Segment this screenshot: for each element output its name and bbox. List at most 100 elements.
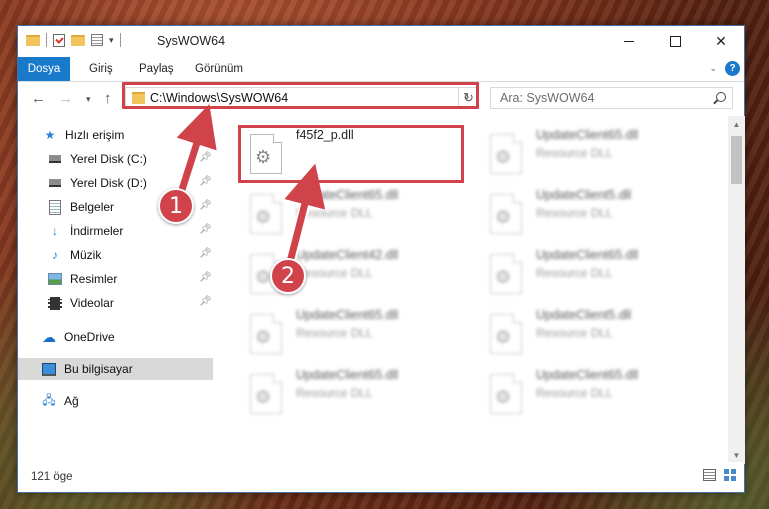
pin-icon[interactable]: 📌︎ <box>199 272 212 283</box>
back-arrow-icon[interactable]: ← <box>31 90 46 107</box>
sidebar-item-pictures[interactable]: Resimler 📌︎ <box>18 268 213 290</box>
dll-file-icon: ⚙ <box>490 314 522 354</box>
expand-ribbon-icon[interactable]: ⌄ <box>709 63 717 74</box>
tab-home[interactable]: Giriş <box>89 57 113 81</box>
sidebar-item-videos[interactable]: Videolar 📌︎ <box>18 292 213 314</box>
cloud-icon: ☁ <box>42 328 56 345</box>
gear-icon: ⚙ <box>495 147 512 167</box>
sidebar-item-quick-access[interactable]: ★ Hızlı erişim <box>43 124 213 146</box>
properties-check-icon[interactable] <box>53 33 65 47</box>
file-type: Resource DLL <box>536 206 613 220</box>
dll-file-icon: ⚙ <box>490 194 522 234</box>
maximize-icon <box>669 36 681 47</box>
sidebar-item-local-disk-c[interactable]: Yerel Disk (C:) 📌︎ <box>18 148 213 170</box>
pin-icon[interactable]: 📌︎ <box>199 296 212 307</box>
search-input[interactable]: Ara: SysWOW64 <box>490 87 733 109</box>
file-type: Resource DLL <box>536 146 613 160</box>
file-type: Resource DLL <box>296 386 373 400</box>
file-type: Resource DLL <box>296 326 373 340</box>
up-arrow-icon[interactable]: ↑ <box>104 90 112 107</box>
file-type: Resource DLL <box>296 206 373 220</box>
pin-icon[interactable]: 📌︎ <box>199 248 212 259</box>
view-toggle <box>703 469 736 481</box>
file-name: UpdateClient65.dll <box>296 368 399 382</box>
scrollbar-thumb[interactable] <box>731 136 742 184</box>
sidebar-item-label: İndirmeler <box>70 224 124 238</box>
step-1-badge: 1 <box>158 188 194 224</box>
file-type: Resource DLL <box>536 266 613 280</box>
file-name: UpdateClient65.dll <box>536 128 639 142</box>
sidebar-item-music[interactable]: ♪ Müzik 📌︎ <box>18 244 213 266</box>
sidebar-item-downloads[interactable]: ↓ İndirmeler 📌︎ <box>18 220 213 242</box>
large-icons-view-icon[interactable] <box>724 469 736 481</box>
sidebar-item-label: Resimler <box>70 272 118 286</box>
gear-icon: ⚙ <box>495 267 512 287</box>
maximize-button[interactable] <box>652 26 698 57</box>
tab-file[interactable]: Dosya <box>18 57 70 81</box>
computer-icon <box>42 362 56 376</box>
gear-icon: ⚙ <box>255 327 272 347</box>
pin-icon[interactable]: 📌︎ <box>199 200 212 211</box>
sidebar-item-label: Müzik <box>70 248 102 262</box>
pin-icon[interactable]: 📌︎ <box>199 176 212 187</box>
file-type: Resource DLL <box>536 386 613 400</box>
gear-icon: ⚙ <box>255 267 272 287</box>
recent-locations-chevron-icon[interactable]: ▾ <box>86 94 91 105</box>
network-icon: 🖧︎ <box>42 392 56 407</box>
chevron-down-icon[interactable]: ▾ <box>109 35 114 46</box>
details-view-icon[interactable] <box>703 469 716 481</box>
gear-icon: ⚙ <box>255 207 272 227</box>
file-explorer-window: ▾ SysWOW64 ✕ Dosya Giriş Paylaş Görünüm … <box>17 25 745 493</box>
file-item[interactable]: ⚙ UpdateClient65.dll Resource DLL <box>238 186 463 241</box>
file-name: UpdateClient65.dll <box>536 248 639 262</box>
scroll-up-icon[interactable]: ▲ <box>728 116 745 133</box>
file-name: UpdateClient42.dll <box>296 248 399 262</box>
help-icon[interactable]: ? <box>725 61 740 76</box>
sidebar-item-label: Bu bilgisayar <box>64 362 133 376</box>
file-item[interactable]: ⚙ UpdateClient65.dll Resource DLL <box>238 366 463 421</box>
sidebar-item-label: Videolar <box>70 296 114 310</box>
ribbon-controls: ⌄ ? <box>709 61 740 76</box>
address-highlight-box <box>122 82 479 109</box>
file-item[interactable]: ⚙ UpdateClient65.dll Resource DLL <box>478 126 703 181</box>
minimize-button[interactable] <box>606 26 652 57</box>
gear-icon: ⚙ <box>255 387 272 407</box>
file-highlight-box <box>238 125 464 183</box>
file-name: UpdateClient65.dll <box>536 368 639 382</box>
file-item[interactable]: ⚙ UpdateClient5.dll Resource DLL <box>478 306 703 361</box>
sidebar-item-network[interactable]: 🖧︎ Ağ <box>18 390 213 412</box>
dll-file-icon: ⚙ <box>250 314 282 354</box>
file-item[interactable]: ⚙ UpdateClient5.dll Resource DLL <box>478 186 703 241</box>
download-icon: ↓ <box>52 224 58 238</box>
close-button[interactable]: ✕ <box>698 26 744 57</box>
dll-file-icon: ⚙ <box>490 374 522 414</box>
pin-icon[interactable]: 📌︎ <box>199 224 212 235</box>
file-type: Resource DLL <box>296 266 373 280</box>
file-item[interactable]: ⚙ UpdateClient65.dll Resource DLL <box>478 246 703 301</box>
ribbon-tabs: Dosya Giriş Paylaş Görünüm ⌄ ? <box>18 57 744 82</box>
file-type: Resource DLL <box>536 326 613 340</box>
tab-share[interactable]: Paylaş <box>139 57 174 81</box>
vertical-scrollbar[interactable]: ▲ ▼ <box>728 116 745 464</box>
file-name: UpdateClient5.dll <box>536 308 632 322</box>
item-count: 121 öge <box>31 471 73 483</box>
sidebar-item-this-pc[interactable]: Bu bilgisayar <box>18 358 213 380</box>
file-item[interactable]: ⚙ UpdateClient65.dll Resource DLL <box>238 306 463 361</box>
search-icon[interactable] <box>716 92 726 102</box>
minimize-icon <box>624 41 634 42</box>
sidebar-item-label: Belgeler <box>70 200 115 214</box>
view-properties-icon[interactable] <box>91 34 103 46</box>
dll-file-icon: ⚙ <box>490 134 522 174</box>
tab-view[interactable]: Görünüm <box>195 57 243 81</box>
sidebar-item-onedrive[interactable]: ☁ OneDrive <box>18 326 213 348</box>
file-name: UpdateClient5.dll <box>536 188 632 202</box>
status-bar: 121 öge <box>18 462 744 492</box>
file-item[interactable]: ⚙ UpdateClient65.dll Resource DLL <box>478 366 703 421</box>
new-folder-icon[interactable] <box>71 34 85 46</box>
forward-arrow-icon[interactable]: → <box>58 90 73 107</box>
step-2-badge: 2 <box>270 258 306 294</box>
file-name: UpdateClient65.dll <box>296 308 399 322</box>
gear-icon: ⚙ <box>495 387 512 407</box>
pin-icon[interactable]: 📌︎ <box>199 152 212 163</box>
music-icon: ♪ <box>52 248 58 262</box>
